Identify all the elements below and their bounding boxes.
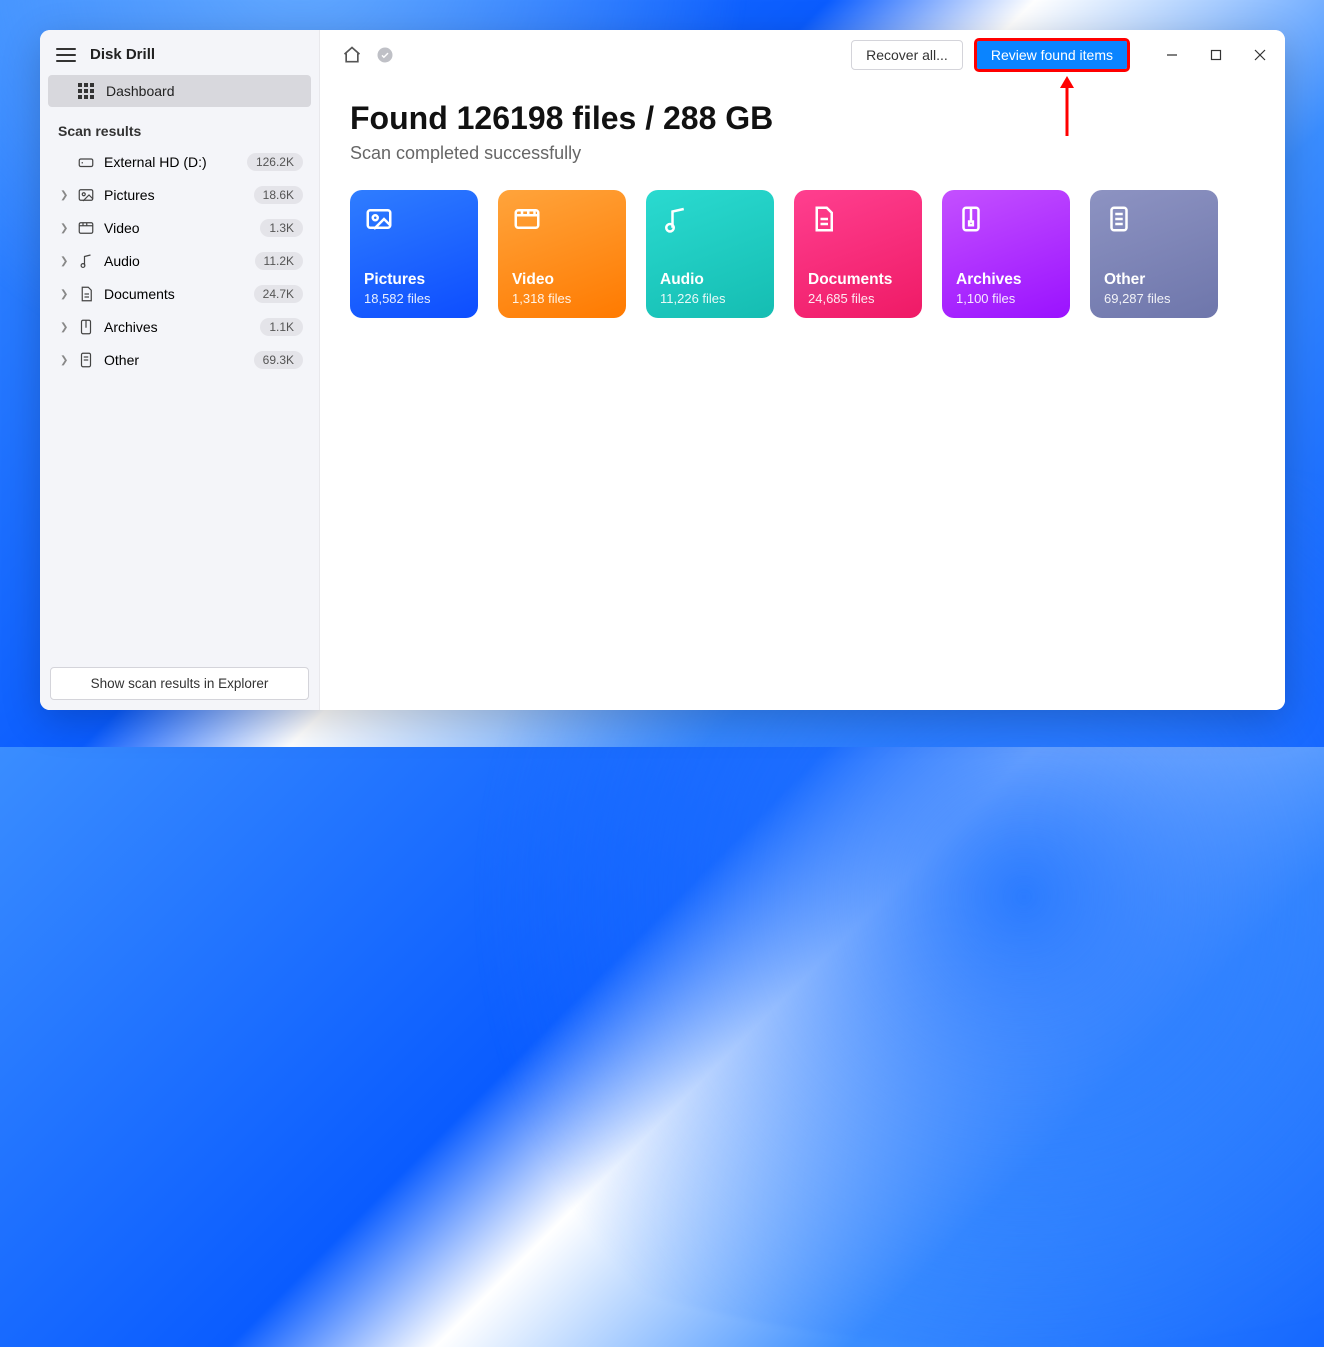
sidebar-item-label: Audio	[98, 253, 255, 269]
recover-all-button[interactable]: Recover all...	[851, 40, 963, 70]
toolbar: Recover all... Review found items	[320, 30, 1285, 74]
sidebar-item-count: 1.3K	[260, 219, 303, 237]
sidebar-item-label: Video	[98, 220, 260, 236]
sidebar-footer: Show scan results in Explorer	[40, 657, 319, 710]
menu-icon[interactable]	[56, 48, 76, 62]
sidebar-item-count: 126.2K	[247, 153, 303, 171]
sidebar-item-other[interactable]: ❯ Other69.3K	[46, 344, 313, 376]
card-pictures[interactable]: Pictures 18,582 files	[350, 190, 478, 318]
card-title: Documents	[808, 271, 908, 289]
close-button[interactable]	[1251, 46, 1269, 64]
annotation-arrow	[1052, 74, 1082, 142]
sidebar-item-count: 11.2K	[255, 252, 303, 270]
sidebar-item-count: 18.6K	[254, 186, 303, 204]
image-icon	[364, 204, 464, 244]
category-icon	[74, 186, 98, 204]
scan-results-list: External HD (D:)126.2K ❯ Pictures18.6K ❯ Vid…	[40, 145, 319, 377]
card-title: Video	[512, 271, 612, 289]
scan-results-section-label: Scan results	[40, 109, 319, 145]
category-icon	[74, 351, 98, 369]
chevron-right-icon: ❯	[60, 223, 74, 234]
sidebar-item-audio[interactable]: ❯ Audio11.2K	[46, 245, 313, 277]
minimize-button[interactable]	[1163, 46, 1181, 64]
sidebar-item-documents[interactable]: ❯ Documents24.7K	[46, 278, 313, 310]
category-icon	[74, 252, 98, 270]
film-icon	[512, 204, 612, 244]
card-title: Audio	[660, 271, 760, 289]
chevron-right-icon: ❯	[60, 190, 74, 201]
category-icon	[74, 153, 98, 171]
app-title: Disk Drill	[90, 46, 155, 63]
content: Found 126198 files / 288 GB Scan complet…	[320, 74, 1285, 344]
card-archives[interactable]: Archives 1,100 files	[942, 190, 1070, 318]
sidebar-item-pictures[interactable]: ❯ Pictures18.6K	[46, 179, 313, 211]
card-video[interactable]: Video 1,318 files	[498, 190, 626, 318]
app-window: Disk Drill Dashboard Scan results Extern…	[40, 30, 1285, 710]
sidebar-item-video[interactable]: ❯ Video1.3K	[46, 212, 313, 244]
check-badge-icon[interactable]	[376, 46, 394, 64]
show-in-explorer-button[interactable]: Show scan results in Explorer	[50, 667, 309, 700]
sidebar-item-label: Pictures	[98, 187, 254, 203]
card-title: Pictures	[364, 271, 464, 289]
card-subtitle: 1,318 files	[512, 291, 612, 306]
home-icon[interactable]	[342, 45, 362, 65]
zip-icon	[956, 204, 1056, 244]
sidebar-item-label: External HD (D:)	[98, 154, 247, 170]
card-documents[interactable]: Documents 24,685 files	[794, 190, 922, 318]
results-subhead: Scan completed successfully	[350, 143, 1255, 164]
sidebar-item-label: Documents	[98, 286, 254, 302]
card-subtitle: 18,582 files	[364, 291, 464, 306]
results-headline: Found 126198 files / 288 GB	[350, 100, 1255, 137]
sidebar-header: Disk Drill	[40, 30, 319, 73]
card-subtitle: 11,226 files	[660, 291, 760, 306]
sidebar-item-count: 1.1K	[260, 318, 303, 336]
category-icon	[74, 318, 98, 336]
sidebar-item-count: 69.3K	[254, 351, 303, 369]
chevron-right-icon: ❯	[60, 256, 74, 267]
note-icon	[660, 204, 760, 244]
window-controls	[1163, 46, 1269, 64]
card-title: Archives	[956, 271, 1056, 289]
card-subtitle: 1,100 files	[956, 291, 1056, 306]
sidebar: Disk Drill Dashboard Scan results Extern…	[40, 30, 320, 710]
sidebar-item-count: 24.7K	[254, 285, 303, 303]
category-icon	[74, 219, 98, 237]
category-cards: Pictures 18,582 files Video 1,318 files Audi…	[350, 190, 1255, 318]
sidebar-item-label: Archives	[98, 319, 260, 335]
category-icon	[74, 285, 98, 303]
sidebar-item-label: Other	[98, 352, 254, 368]
file-icon	[1104, 204, 1204, 244]
card-title: Other	[1104, 271, 1204, 289]
card-subtitle: 24,685 files	[808, 291, 908, 306]
card-subtitle: 69,287 files	[1104, 291, 1204, 306]
nav-dashboard[interactable]: Dashboard	[48, 75, 311, 107]
maximize-button[interactable]	[1207, 46, 1225, 64]
chevron-right-icon: ❯	[60, 355, 74, 366]
doc-icon	[808, 204, 908, 244]
card-audio[interactable]: Audio 11,226 files	[646, 190, 774, 318]
nav-dashboard-label: Dashboard	[106, 83, 175, 99]
chevron-right-icon: ❯	[60, 322, 74, 333]
card-other[interactable]: Other 69,287 files	[1090, 190, 1218, 318]
chevron-right-icon: ❯	[60, 289, 74, 300]
sidebar-item-archives[interactable]: ❯ Archives1.1K	[46, 311, 313, 343]
dashboard-icon	[78, 83, 94, 99]
main-area: Recover all... Review found items Found …	[320, 30, 1285, 710]
sidebar-item-external-hd-d-[interactable]: External HD (D:)126.2K	[46, 146, 313, 178]
review-found-items-button[interactable]: Review found items	[977, 41, 1127, 69]
